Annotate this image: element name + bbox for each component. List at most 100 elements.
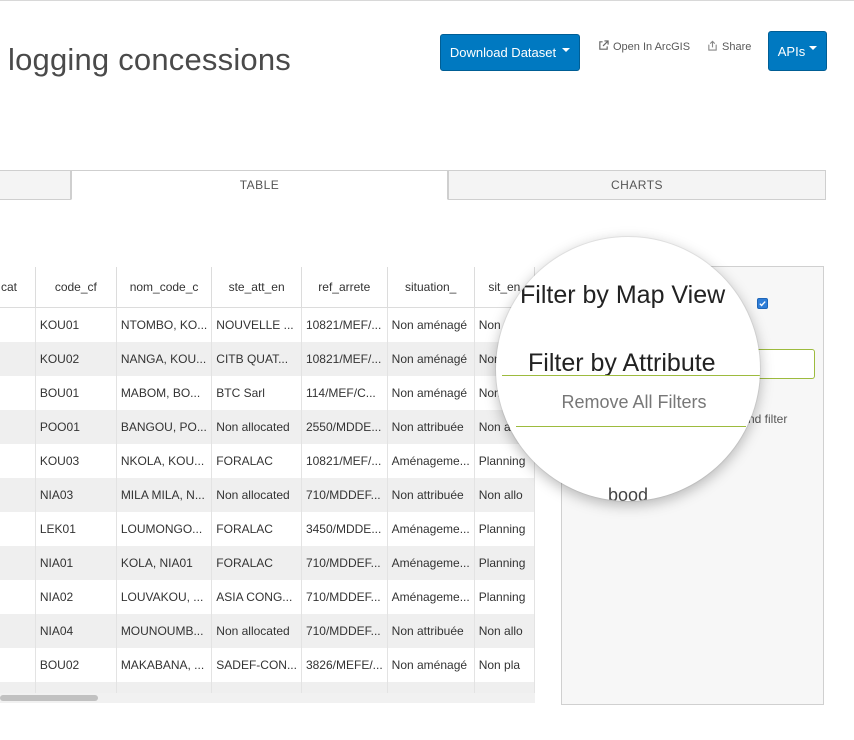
table-cell: NIA02 (35, 580, 117, 614)
table-row[interactable]: NIA03 MILA MILA, N... Non allocated 710/MDD… (0, 478, 535, 512)
table-cell (0, 614, 36, 648)
table-cell (0, 307, 36, 342)
download-dataset-label: Download Dataset (449, 45, 557, 60)
external-link-icon (598, 40, 609, 54)
view-tabs: TABLE CHARTS (0, 170, 826, 200)
data-table: cat code_cf nom_code_c ste_att_en ref_ar… (0, 267, 535, 693)
table-cell: NIA01 (35, 546, 117, 580)
table-cell: 710/MDDEF... (301, 580, 388, 614)
table-row[interactable]: POO01 BANGOU, PO... Non allocated 2550/MDDE… (0, 410, 535, 444)
table-cell: Non allocated (211, 614, 302, 648)
table-cell: MAKABANA, ... (116, 648, 213, 682)
remove-filters-underline (516, 426, 746, 427)
table-cell: NTOMBO, KO... (116, 307, 213, 342)
table-cell: FORALAC (211, 512, 302, 546)
tab-charts[interactable]: CHARTS (448, 170, 826, 200)
filter-by-map-view-label[interactable]: Filter by Map View (520, 281, 725, 310)
table-cell: BOU02 (35, 648, 117, 682)
column-header[interactable]: ref_arrete (301, 267, 388, 308)
data-table-container[interactable]: cat code_cf nom_code_c ste_att_en ref_ar… (0, 267, 535, 693)
apis-button[interactable]: APIs (768, 31, 827, 71)
table-row[interactable]: KOU03 NKOLA, KOU... FORALAC 10821/MEF/... Am… (0, 444, 535, 478)
table-row[interactable]: LEK01 LOUMONGO... FORALAC 3450/MDDE... Aména… (0, 512, 535, 546)
column-header[interactable]: code_cf (35, 267, 117, 308)
table-row[interactable]: BOU02 MAKABANA, ... SADEF-CON... 3826/MEFE/… (0, 648, 535, 682)
table-row[interactable]: KOU01 NTOMBO, KO... NOUVELLE ... 10821/MEF/… (0, 307, 535, 342)
table-cell (301, 682, 388, 693)
table-row[interactable]: NIA01 KOLA, NIA01 FORALAC 710/MDDEF... Aména… (0, 546, 535, 580)
table-cell: KOU01 (35, 307, 117, 342)
table-cell: 2550/MDDE... (301, 410, 388, 444)
table-cell (211, 682, 302, 693)
table-cell: FORALAC (211, 546, 302, 580)
table-cell: 710/MDDEF... (301, 546, 388, 580)
remove-all-filters-button[interactable]: Remove All Filters (496, 392, 760, 413)
share-label: Share (722, 41, 752, 53)
table-cell: 114/MEF/C... (301, 376, 388, 410)
table-cell: NKOLA, KOU... (116, 444, 213, 478)
table-cell: LOUMONGO... (116, 512, 213, 546)
table-cell: Planning (474, 580, 535, 614)
table-row[interactable]: BOU01 MABOM, BO... BTC Sarl 114/MEF/C... Non… (0, 376, 535, 410)
table-cell: 3450/MDDE... (301, 512, 388, 546)
page-title: logging concessions (8, 42, 291, 77)
filter-hint-text: nd filter (748, 412, 788, 426)
column-header[interactable]: cat (0, 267, 36, 308)
table-cell: Non allo (474, 614, 535, 648)
table-cell: Non aménagé (387, 648, 475, 682)
download-dataset-button[interactable]: Download Dataset (440, 34, 580, 71)
table-cell: 10821/MEF/... (301, 307, 388, 342)
table-cell: Non allo (474, 478, 535, 512)
filter-by-attribute-label[interactable]: Filter by Attribute (528, 349, 716, 378)
scrollbar-thumb[interactable] (0, 695, 98, 701)
table-row[interactable]: KOU02 NANGA, KOU... CITB QUAT... 10821/MEF/… (0, 342, 535, 376)
column-header[interactable]: situation_ (387, 267, 475, 308)
chevron-down-icon (809, 46, 818, 50)
table-cell (0, 546, 36, 580)
table-cell: 710/MDDEF... (301, 478, 388, 512)
table-cell: NANGA, KOU... (116, 342, 213, 376)
table-row[interactable] (0, 682, 535, 693)
table-cell: Non attribuée (387, 478, 475, 512)
table-row[interactable]: NIA04 MOUNOUMB... Non allocated 710/MDDEF..… (0, 614, 535, 648)
column-header[interactable]: nom_code_c (116, 267, 213, 308)
filter-map-view-checkbox[interactable] (757, 298, 768, 309)
header-divider (0, 0, 854, 1)
table-cell (0, 444, 36, 478)
table-cell (0, 342, 36, 376)
table-cell: Non aménagé (387, 376, 475, 410)
table-cell: POO01 (35, 410, 117, 444)
table-cell: BOU01 (35, 376, 117, 410)
open-in-arcgis-link[interactable]: Open In ArcGIS (598, 40, 690, 54)
table-cell: CITB QUAT... (211, 342, 302, 376)
table-row[interactable]: NIA02 LOUVAKOU, ... ASIA CONG... 710/MDDEF.… (0, 580, 535, 614)
table-cell (387, 682, 475, 693)
table-cell: KOU02 (35, 342, 117, 376)
table-cell (474, 682, 535, 693)
column-header[interactable]: ste_att_en (211, 267, 302, 308)
table-cell: 710/MDDEF... (301, 614, 388, 648)
table-cell (0, 648, 36, 682)
cut-off-text: bood (608, 485, 649, 501)
table-cell: Aménageme... (387, 512, 475, 546)
table-cell: Non attribuée (387, 614, 475, 648)
table-cell (0, 410, 36, 444)
table-cell: Non pla (474, 648, 535, 682)
table-cell: 10821/MEF/... (301, 342, 388, 376)
tab-table[interactable]: TABLE (71, 170, 448, 200)
table-cell: Non aménagé (387, 307, 475, 342)
attribute-input-underline (502, 375, 760, 376)
table-cell (35, 682, 117, 693)
table-cell: KOLA, NIA01 (116, 546, 213, 580)
table-cell: LOUVAKOU, ... (116, 580, 213, 614)
table-cell: MOUNOUMB... (116, 614, 213, 648)
horizontal-scrollbar[interactable] (0, 693, 535, 703)
tab-partial[interactable] (0, 170, 71, 200)
table-cell: SADEF-CON... (211, 648, 302, 682)
table-cell (0, 580, 36, 614)
table-cell: Aménageme... (387, 444, 475, 478)
table-cell: 3826/MEFE/... (301, 648, 388, 682)
table-cell: MILA MILA, N... (116, 478, 213, 512)
share-link[interactable]: Share (707, 40, 751, 54)
table-cell (0, 512, 36, 546)
